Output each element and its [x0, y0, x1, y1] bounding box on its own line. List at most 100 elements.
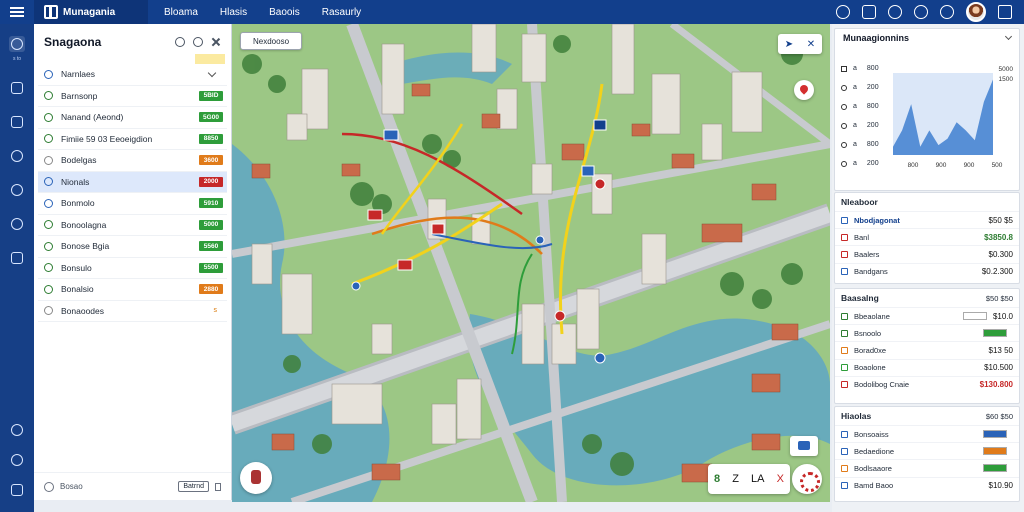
rail-settings-icon[interactable] — [9, 482, 25, 498]
stat-row: a 200 — [841, 78, 887, 97]
camera-button[interactable] — [790, 436, 818, 456]
metric-row[interactable]: Banl $3850.8 — [835, 228, 1019, 245]
footer-trash-icon[interactable] — [215, 482, 221, 491]
city-map — [232, 24, 830, 502]
rail-book-icon[interactable] — [9, 250, 25, 266]
bell-icon[interactable] — [914, 5, 928, 19]
rail-list-icon[interactable] — [9, 80, 25, 96]
panel-refresh-icon[interactable] — [193, 37, 203, 47]
layer-icon — [44, 177, 53, 187]
metric-value: $10.90 — [988, 481, 1013, 491]
chevron-down-icon[interactable] — [1004, 32, 1013, 41]
footer-button[interactable]: Batrnd — [178, 481, 209, 492]
navigate-icon[interactable]: ➤ — [778, 34, 800, 54]
nav-item-1[interactable]: Bloama — [164, 7, 198, 18]
layer-item[interactable]: Bonaoodes s — [38, 301, 227, 322]
layer-item[interactable]: Nanand (Aeond) 5G00 — [38, 107, 227, 129]
panel-tools — [175, 37, 221, 47]
rail-layers-icon[interactable] — [9, 36, 25, 52]
stat-value: 800 — [866, 65, 879, 72]
nav-item-2[interactable]: Hlasis — [220, 7, 247, 18]
layer-badge: 5000 — [199, 219, 223, 230]
layer-badge: 5560 — [199, 241, 223, 252]
map-search-label: Nexdooso — [253, 36, 290, 46]
metric-bar — [983, 447, 1007, 456]
metric-row[interactable]: Bodolibog Cnaie $130.800 — [835, 375, 1019, 393]
metric-row[interactable]: Bsnoolo — [835, 324, 1019, 341]
compass-button[interactable] — [240, 462, 272, 494]
panel-settings-icon[interactable] — [175, 37, 185, 47]
layer-label: Bonalsio — [61, 284, 94, 295]
routing-top-value: $50 $50 — [985, 293, 1013, 303]
layer-item[interactable]: Bonmolo 5910 — [38, 193, 227, 215]
metric-value: $0.300 — [988, 249, 1013, 259]
layer-badge: 5910 — [199, 198, 223, 209]
metric-row[interactable]: Bbeaolane $10.0 — [835, 307, 1019, 324]
layer-icon — [44, 69, 53, 79]
layer-item[interactable]: Narnlaes — [38, 64, 227, 86]
nav-item-3[interactable]: Baoois — [269, 7, 300, 18]
map-canvas[interactable]: Nexdooso ➤ ✕ 8 Z LA X — [232, 24, 830, 502]
map-settings-button[interactable] — [792, 464, 822, 494]
layer-item[interactable]: Barnsonp 5BID — [38, 86, 227, 107]
app-logo[interactable]: Munagania — [34, 0, 148, 24]
refresh-icon[interactable] — [836, 5, 850, 19]
chart-x-tick: 900 — [964, 162, 975, 169]
stat-value: 200 — [866, 160, 879, 167]
map-tool-1[interactable]: 8 — [714, 473, 720, 485]
rail-globe-icon[interactable] — [9, 182, 25, 198]
map-tool-4[interactable]: X — [777, 473, 784, 485]
close-icon[interactable]: ✕ — [800, 34, 822, 54]
metric-label: Boaolone — [854, 363, 886, 373]
hubs-title: Nleaboor — [841, 197, 878, 207]
metric-row[interactable]: Bodlsaaore — [835, 459, 1019, 476]
metric-row[interactable]: Borad0xe $13 50 — [835, 341, 1019, 358]
map-tool-2[interactable]: Z — [732, 473, 739, 485]
chevron-down-icon[interactable] — [207, 68, 217, 77]
metric-row[interactable]: Baalers $0.300 — [835, 245, 1019, 262]
metric-row[interactable]: Bedaedione — [835, 442, 1019, 459]
rail-bottom — [9, 422, 25, 498]
user-avatar[interactable] — [966, 2, 986, 22]
rail-location-icon[interactable] — [9, 148, 25, 164]
settings-icon[interactable] — [998, 5, 1012, 19]
kpi-title: Hiaolas — [841, 411, 872, 421]
metric-row[interactable]: Bandgans $0.2.300 — [835, 262, 1019, 280]
layer-item[interactable]: Bonalsio 2880 — [38, 279, 227, 301]
rail-chat-icon[interactable] — [9, 216, 25, 232]
top-bar-actions — [836, 2, 1024, 22]
help-icon[interactable] — [940, 5, 954, 19]
layer-item[interactable]: Bodelgas 3600 — [38, 150, 227, 172]
layer-item[interactable]: Bonose Bgia 5560 — [38, 236, 227, 258]
layer-item[interactable]: Fimiie 59 03 Eeoeigdion 8850 — [38, 129, 227, 150]
routing-title-row: Baasalng $50 $50 — [835, 289, 1019, 307]
search-icon[interactable] — [888, 5, 902, 19]
rail-route-icon[interactable] — [9, 114, 25, 130]
chart-x-tick: 500 — [992, 162, 1003, 169]
layer-icon — [44, 91, 53, 101]
metric-row[interactable]: Boaolone $10.500 — [835, 358, 1019, 376]
metric-icon — [841, 447, 848, 455]
metric-row[interactable]: Bonsoaiss — [835, 425, 1019, 442]
location-pin-button[interactable] — [794, 80, 814, 100]
rail-info-icon[interactable] — [9, 422, 25, 438]
rail-user-icon[interactable] — [9, 452, 25, 468]
top-navigation: Bloama Hlasis Baoois Rasaurly — [148, 7, 361, 18]
nav-item-4[interactable]: Rasaurly — [322, 7, 361, 18]
metric-row[interactable]: Nbodjagonat $50 $5 — [835, 211, 1019, 228]
layer-item[interactable]: Nionals 2000 — [38, 171, 227, 193]
layer-badge: 5BID — [199, 90, 223, 101]
hamburger-menu-button[interactable] — [0, 0, 34, 24]
close-icon[interactable] — [211, 37, 221, 47]
map-tool-3[interactable]: LA — [751, 473, 764, 485]
edit-icon[interactable] — [862, 5, 876, 19]
layer-label: Nionals — [61, 176, 90, 187]
hubs-rows: Nbodjagonat $50 $5 Banl $3850.8 Baalers $0.30… — [835, 211, 1019, 280]
layer-item[interactable]: Bonsulo 5500 — [38, 258, 227, 279]
panel-highlight-tab — [195, 54, 225, 64]
layer-item[interactable]: Bonoolagna 5000 — [38, 215, 227, 236]
top-bar: Munagania Bloama Hlasis Baoois Rasaurly — [0, 0, 1024, 24]
map-search-pill[interactable]: Nexdooso — [240, 32, 303, 50]
metric-row[interactable]: Bamd Baoo $10.90 — [835, 476, 1019, 494]
stats-title: Munaagionnins — [843, 33, 909, 43]
